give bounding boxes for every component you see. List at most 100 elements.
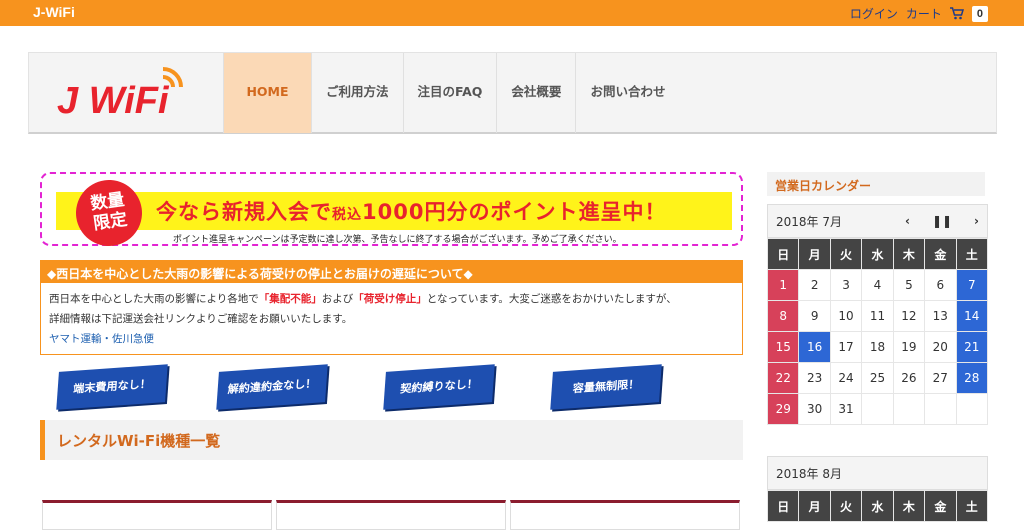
feature-tag-no-contract: 契約縛りなし！ (383, 364, 495, 410)
notice-body: 西日本を中心とした大雨の影響により各地で「集配不能」および「荷受け停止」となって… (41, 283, 742, 355)
weekday-header: 金 (924, 490, 957, 522)
calendar-day: 5 (892, 269, 926, 301)
notice-red-2: 「荷受け停止」 (353, 293, 427, 305)
product-card[interactable] (42, 500, 272, 530)
feature-tag-no-cancel-fee: 解約違約金なし！ (216, 364, 328, 410)
calendar-day: 16 (798, 331, 831, 363)
weekday-header: 水 (861, 238, 894, 270)
promo-headline: 今なら新規入会で税込1000円分のポイント進呈中！ (156, 196, 666, 226)
weekday-header: 日 (766, 238, 800, 270)
calendar-day: 15 (766, 331, 800, 363)
calendar-day: 29 (766, 393, 800, 425)
cart-count: 0 (971, 5, 988, 22)
nav-home[interactable]: HOME (223, 53, 311, 133)
weekday-header: 金 (924, 238, 957, 270)
rental-list-heading: レンタルWi-Fi機種一覧 (40, 420, 743, 460)
calendar-day: 25 (861, 362, 894, 394)
pause-icon[interactable]: ❚❚ (932, 214, 952, 228)
calendar-day: 31 (829, 393, 863, 425)
promo-note: ポイント進呈キャンペーンは予定数に達し次第、予告なしに終了する場合がございます。… (173, 235, 622, 245)
calendar-day: 21 (955, 331, 989, 363)
calendar-day: 14 (955, 300, 989, 332)
calendar-empty-cell (955, 393, 989, 425)
calendar-day: 22 (766, 362, 800, 394)
weekday-header: 水 (861, 490, 894, 522)
calendar-day: 4 (861, 269, 894, 301)
calendar-header: 2018年 8月 (767, 456, 988, 490)
calendar-day: 6 (924, 269, 957, 301)
calendar-day: 11 (861, 300, 894, 332)
calendar-day: 28 (955, 362, 989, 394)
limited-badge: 数量 限定 (71, 175, 147, 251)
calendar-day: 26 (892, 362, 926, 394)
calendar-grid: 日月火水木金土 (766, 490, 989, 522)
site-logo[interactable]: J WiFi (55, 67, 185, 122)
calendar-month: 2018年 7月 (776, 214, 842, 229)
calendar-day: 9 (798, 300, 831, 332)
calendar-day: 19 (892, 331, 926, 363)
calendar-nav: ‹ ❚❚ › (905, 214, 979, 228)
calendar-empty-cell (892, 393, 926, 425)
weekday-header: 火 (829, 490, 863, 522)
calendar-day: 27 (924, 362, 957, 394)
calendar-empty-cell (924, 393, 957, 425)
top-links: ログイン カート 0 (850, 5, 988, 22)
promo-headline-a: 今なら新規入会で (156, 200, 332, 224)
nav-contact[interactable]: お問い合わせ (575, 53, 679, 133)
notice-heading: ◆西日本を中心とした大雨の影響による荷受けの停止とお届けの遅延について◆ (41, 261, 742, 283)
calendar-day: 24 (829, 362, 863, 394)
notice-red-1: 「集配不能」 (258, 293, 322, 305)
cart-icon[interactable] (949, 7, 964, 20)
calendar-header: 2018年 7月 ‹ ❚❚ › (767, 204, 988, 238)
weekday-header: 火 (829, 238, 863, 270)
carrier-links[interactable]: ヤマト運輸・佐川急便 (49, 329, 734, 349)
calendar-day: 23 (798, 362, 831, 394)
product-card[interactable] (510, 500, 740, 530)
notice-line2: 詳細情報は下記運送会社リンクよりご確認をお願いいたします。 (49, 313, 353, 325)
promo-bar: 今なら新規入会で税込1000円分のポイント進呈中！ (56, 192, 732, 230)
main-menu: HOME ご利用方法 注目のFAQ 会社概要 お問い合わせ (223, 53, 679, 133)
calendar-day: 18 (861, 331, 894, 363)
site-brand[interactable]: J-WiFi (33, 4, 75, 20)
notice-text-a: 西日本を中心とした大雨の影響により各地で (49, 293, 259, 305)
nav-usage[interactable]: ご利用方法 (311, 53, 403, 133)
calendar-empty-cell (861, 393, 894, 425)
calendar-day: 17 (829, 331, 863, 363)
prev-month-icon[interactable]: ‹ (905, 214, 910, 228)
cart-link[interactable]: カート (906, 5, 942, 22)
header-nav: J WiFi HOME ご利用方法 注目のFAQ 会社概要 お問い合わせ (28, 52, 997, 134)
calendar-day: 12 (892, 300, 926, 332)
weekday-header: 月 (798, 490, 831, 522)
nav-company[interactable]: 会社概要 (496, 53, 575, 133)
notice-text-c: となっています。大変ご迷惑をおかけいたしますが、 (426, 293, 677, 305)
feature-tag-unlimited: 容量無制限！ (550, 364, 662, 410)
feature-tag-no-device-fee: 端末費用なし！ (56, 364, 168, 410)
promo-headline-b: 1000円分のポイント進呈中！ (362, 200, 667, 224)
calendar-day: 13 (924, 300, 957, 332)
product-card[interactable] (276, 500, 506, 530)
login-link[interactable]: ログイン (850, 5, 898, 22)
delivery-notice: ◆西日本を中心とした大雨の影響による荷受けの停止とお届けの遅延について◆ 西日本… (40, 260, 743, 355)
top-bar: J-WiFi ログイン カート 0 (0, 0, 1024, 26)
calendar-day: 7 (955, 269, 989, 301)
calendar-august: 2018年 8月 日月火水木金土 (766, 456, 989, 522)
logo-graphic: J WiFi (57, 67, 183, 122)
notice-line1: 西日本を中心とした大雨の影響により各地で「集配不能」および「荷受け停止」となって… (49, 289, 734, 309)
calendar-july: 2018年 7月 ‹ ❚❚ › 日月火水木金土 1 2 3 4 5 6 7 8 9 10 11 12 1… (766, 204, 989, 425)
calendar-grid: 日月火水木金土 1 2 3 4 5 6 7 8 9 10 11 12 13 14 15 16 17 18 19 20 2… (766, 238, 989, 425)
promo-banner[interactable]: 今なら新規入会で税込1000円分のポイント進呈中！ 数量 限定 ポイント進呈キャ… (40, 172, 743, 251)
calendar-day: 20 (924, 331, 957, 363)
weekday-header: 日 (766, 490, 800, 522)
nav-faq[interactable]: 注目のFAQ (402, 53, 497, 133)
calendar-day: 1 (766, 269, 800, 301)
calendar-title: 営業日カレンダー (767, 172, 985, 196)
weekday-header: 木 (892, 490, 926, 522)
calendar-day: 3 (829, 269, 863, 301)
calendar-month: 2018年 8月 (776, 466, 842, 481)
calendar-day: 8 (766, 300, 800, 332)
weekday-header: 土 (955, 490, 989, 522)
calendar-day: 10 (829, 300, 863, 332)
svg-text:J WiFi: J WiFi (57, 80, 170, 119)
next-month-icon[interactable]: › (974, 214, 979, 228)
weekday-header: 木 (892, 238, 926, 270)
